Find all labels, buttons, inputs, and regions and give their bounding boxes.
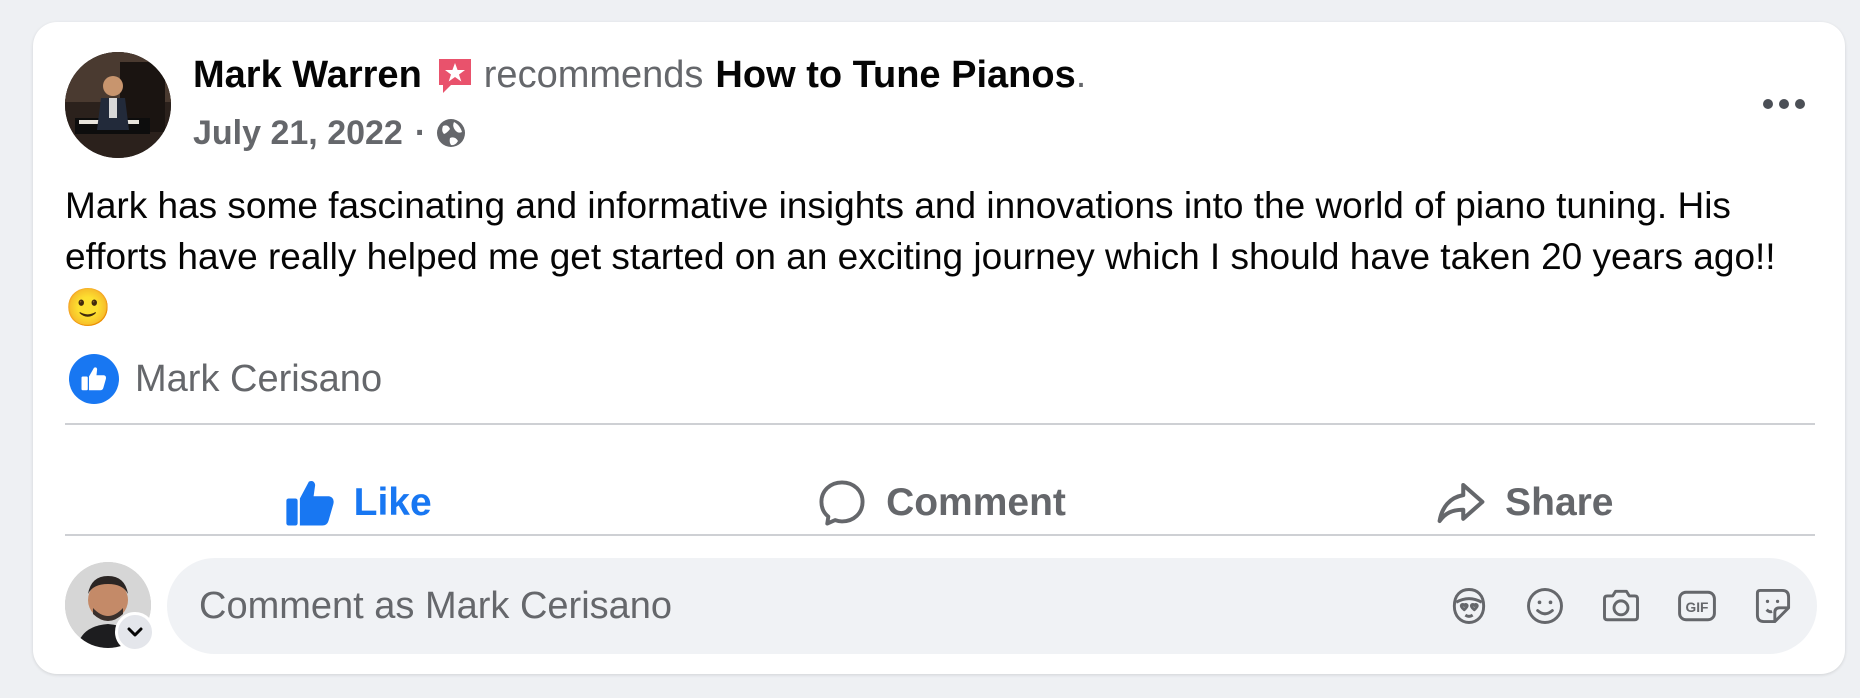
author-name-link[interactable]: Mark Warren <box>193 54 422 97</box>
action-text: recommends <box>483 53 704 96</box>
gif-icon[interactable]: GIF <box>1675 584 1719 628</box>
page-suffix: . <box>1075 53 1087 96</box>
share-button[interactable]: Share <box>1232 450 1815 556</box>
comment-composer: GIF <box>167 558 1817 654</box>
post-body-text: Mark has some fascinating and informativ… <box>65 185 1776 328</box>
camera-icon[interactable] <box>1599 584 1643 628</box>
meta-separator: · <box>414 114 427 152</box>
commenter-avatar[interactable] <box>65 562 155 652</box>
emoji-icon[interactable] <box>1523 584 1567 628</box>
divider-bottom <box>65 534 1815 536</box>
post-header: Mark Warren recommends How to Tune Piano… <box>193 50 1086 100</box>
globe-icon[interactable] <box>434 116 468 150</box>
reactions-summary[interactable]: Mark Cerisano <box>69 352 382 406</box>
page-name-link[interactable]: How to Tune Pianos <box>715 54 1075 97</box>
post-meta: July 21, 2022 · <box>193 114 468 174</box>
like-reaction-icon <box>69 354 119 404</box>
share-label: Share <box>1505 481 1614 524</box>
composer-tools: GIF <box>1447 584 1817 628</box>
comment-button[interactable]: Comment <box>648 450 1231 556</box>
like-label: Like <box>353 481 432 524</box>
avatar-sticker-icon[interactable] <box>1447 584 1491 628</box>
post-actions: Like Comment Share <box>65 450 1815 556</box>
sticker-icon[interactable] <box>1751 584 1795 628</box>
more-options-icon[interactable] <box>1751 84 1817 124</box>
comment-bubble-icon <box>814 475 870 531</box>
comment-input[interactable] <box>167 583 1447 629</box>
chevron-down-icon[interactable] <box>115 612 155 652</box>
thumbs-up-icon <box>282 475 338 531</box>
divider-top <box>65 423 1815 425</box>
reactor-names: Mark Cerisano <box>135 357 383 400</box>
share-arrow-icon <box>1433 475 1489 531</box>
comment-label: Comment <box>886 481 1066 524</box>
author-avatar[interactable] <box>65 52 171 158</box>
post-card: Mark Warren recommends How to Tune Piano… <box>33 22 1845 674</box>
svg-text:GIF: GIF <box>1686 600 1709 615</box>
recommend-badge-icon <box>434 54 476 96</box>
like-button[interactable]: Like <box>65 450 648 556</box>
post-date-link[interactable]: July 21, 2022 <box>193 114 403 153</box>
